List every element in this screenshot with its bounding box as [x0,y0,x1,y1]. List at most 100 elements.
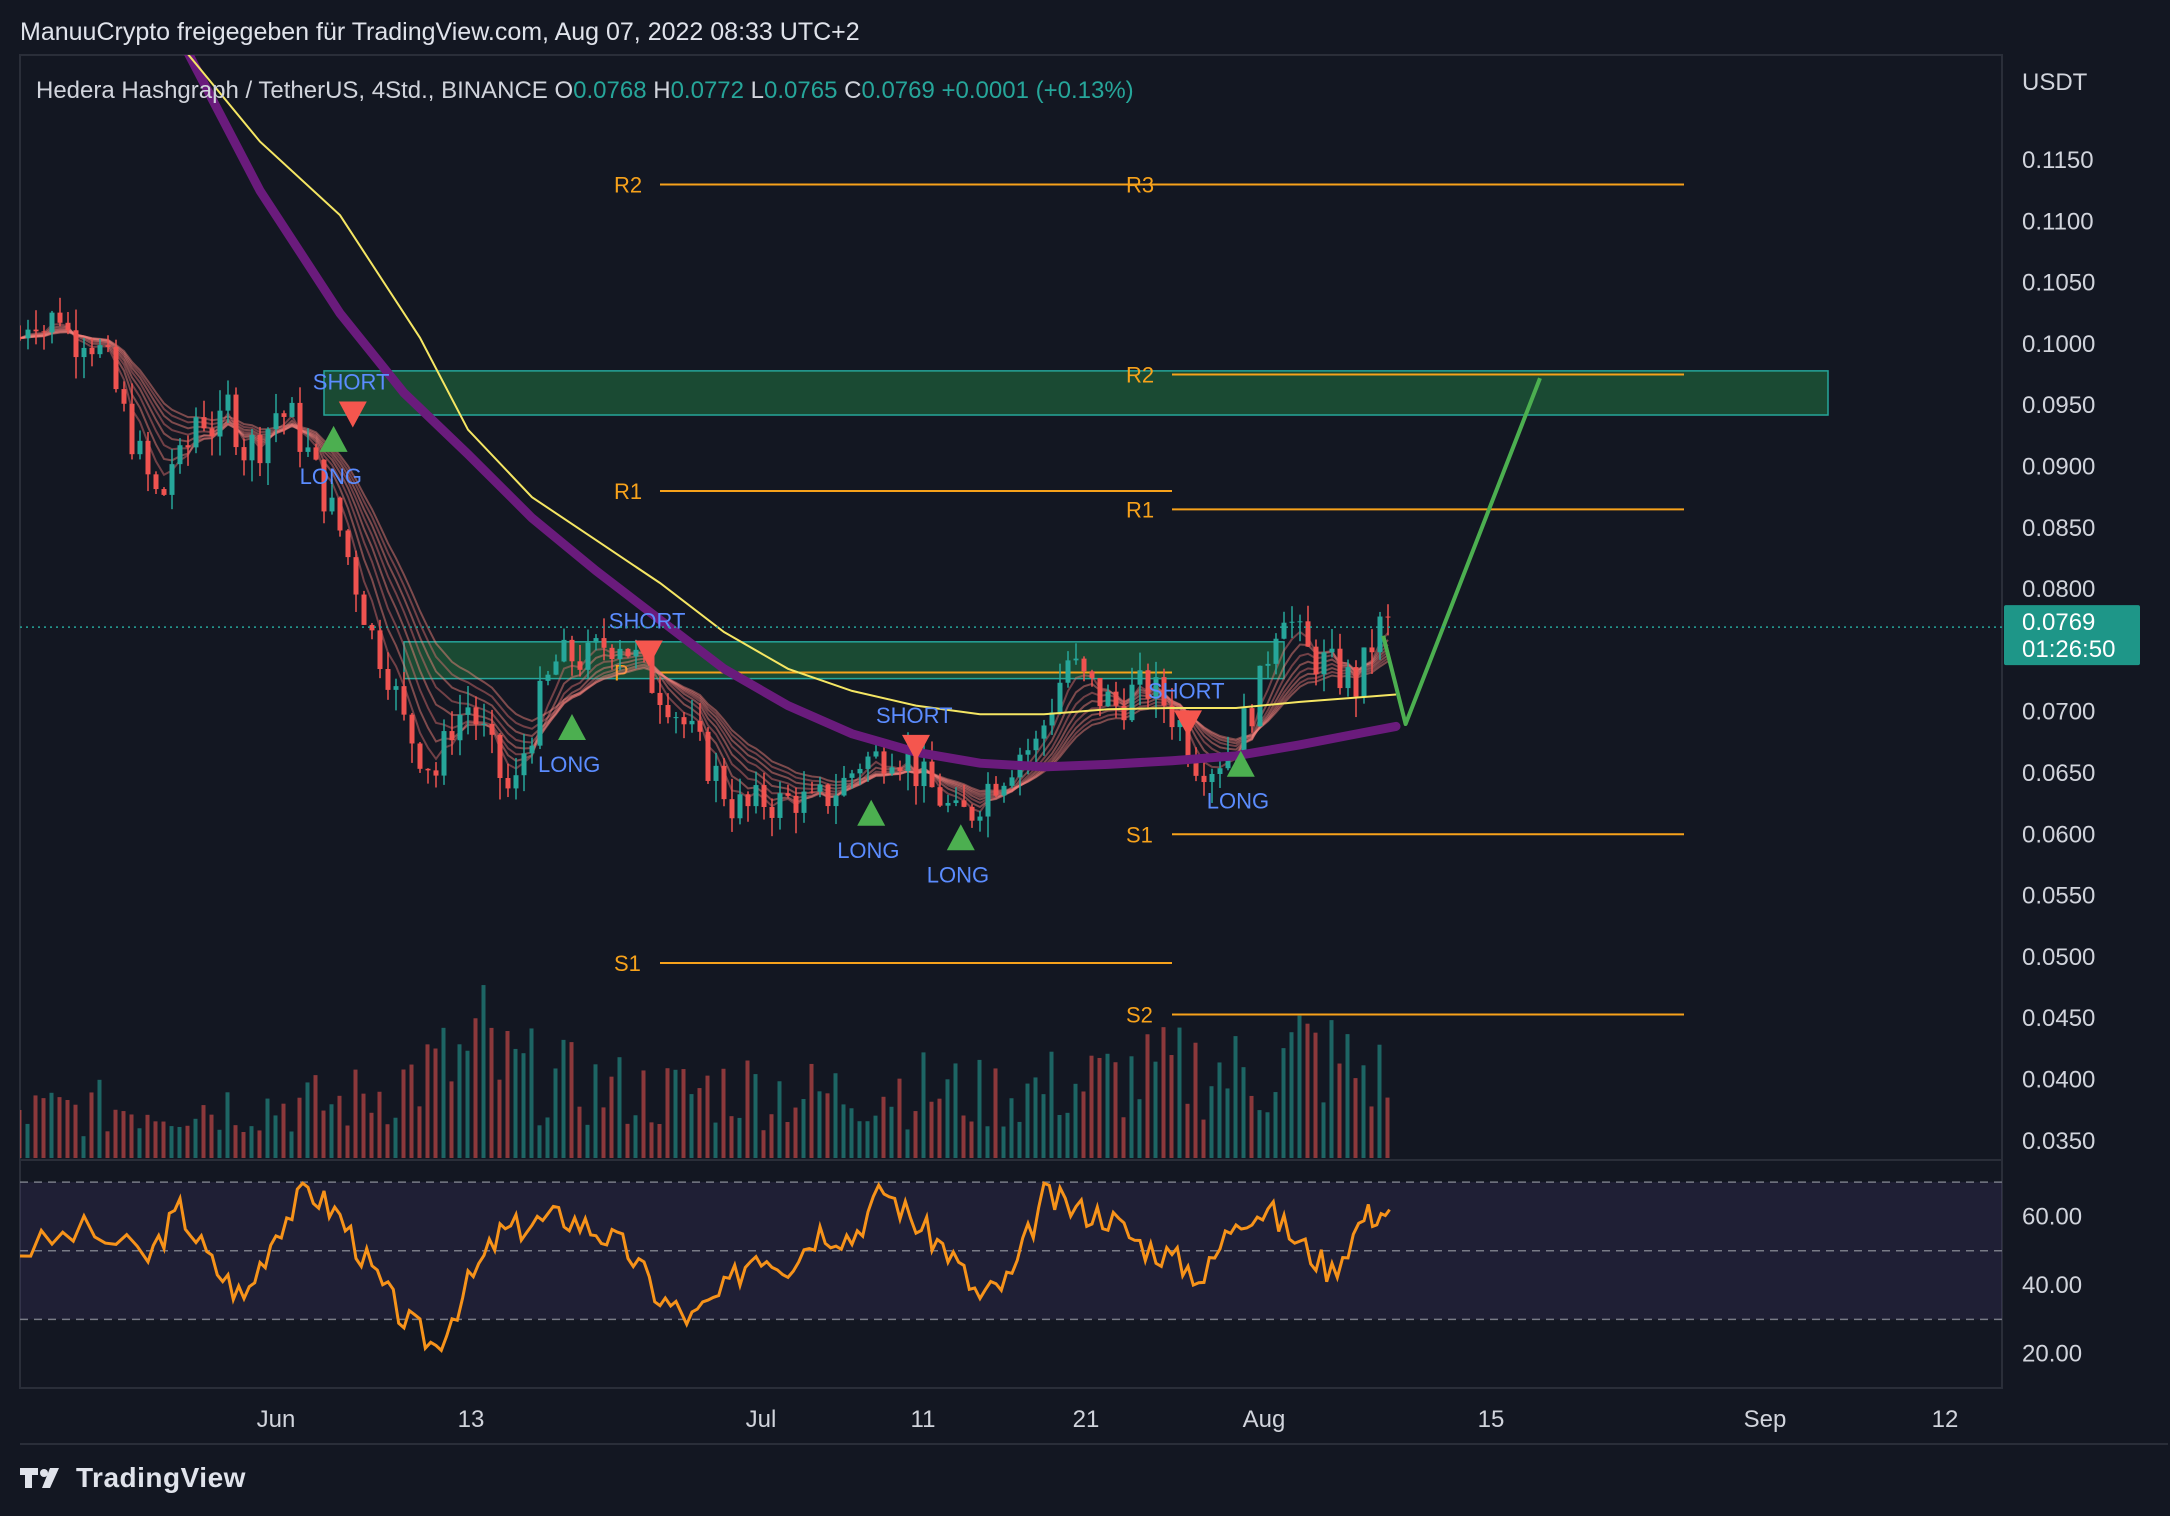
candle-body [809,791,815,793]
candle-body [177,445,183,465]
volume-bar [1233,1036,1238,1158]
candle-body [881,751,887,774]
price-chart[interactable]: R2R1PS1R3R2R1S1S2SHORTLONGLONGSHORTSHORT… [0,0,2170,1516]
volume-bar [393,1117,398,1158]
candle-body [1249,708,1255,727]
candle-body [20,337,23,339]
candle-body [1313,646,1319,675]
candle-body [593,638,599,643]
candle-body [1273,638,1279,664]
candle-body [705,731,711,781]
volume-bar [489,1027,494,1158]
volume-bar [201,1105,206,1158]
time-axis-label: Sep [1744,1406,1787,1433]
volume-bar [105,1131,110,1158]
candle-body [921,761,927,787]
price-axis-label: 0.0400 [2022,1067,2095,1094]
candle-body [937,787,943,806]
candle-body [73,330,79,358]
volume-bar [1361,1065,1366,1158]
price-axis-label: 0.1150 [2022,147,2094,174]
volume-bar [913,1111,918,1158]
volume-bar [729,1116,734,1158]
candle-body [361,594,367,625]
long-signal-label: LONG [300,464,362,489]
candle-body [305,447,311,452]
volume-bar [889,1106,894,1158]
time-axis-label: Jul [746,1406,777,1433]
volume-bar [505,1030,510,1158]
price-axis-label: 0.0850 [2022,515,2095,542]
candle-body [801,791,807,813]
volume-bar [625,1123,630,1158]
candle-body [193,417,199,448]
price-axis-label: 0.0450 [2022,1005,2095,1032]
volume-bar [553,1068,558,1158]
volume-bar [601,1107,606,1158]
candle-body [681,717,687,725]
volume-bar [193,1118,198,1158]
candle-body [561,639,567,662]
volume-bar [825,1093,830,1158]
candle-body [985,783,991,817]
candle-body [425,768,431,771]
volume-bar [721,1068,726,1158]
volume-bar [185,1125,190,1158]
candle-body [1217,768,1223,775]
candle-body [577,661,583,670]
candle-body [289,402,295,417]
volume-bar [1209,1086,1214,1158]
candle-body [585,642,591,670]
time-axis-label: 15 [1478,1406,1505,1433]
current-price-value: 0.0769 [2022,609,2095,636]
volume-bar [297,1097,302,1158]
volume-bar [777,1081,782,1158]
candle-body [673,717,679,719]
candle-body [313,447,319,460]
volume-bar [617,1057,622,1158]
volume-bar [329,1104,334,1158]
candle-body [433,770,439,776]
candle-body [377,630,383,670]
volume-bar [833,1073,838,1158]
volume-bar [801,1099,806,1158]
candle-body [121,389,127,404]
legend-segment: 0.0769 [861,77,941,104]
candle-body [417,743,423,769]
volume-bar [1025,1083,1030,1158]
candle-body [1345,667,1351,689]
volume-bar [257,1130,262,1158]
price-axis-label: 0.1000 [2022,331,2095,358]
volume-bar [241,1131,246,1158]
volume-bar [1369,1106,1374,1158]
candle-body [281,413,287,417]
tradingview-brand: TradingView [76,1462,246,1493]
volume-bar [1161,1027,1166,1158]
candle-body [729,799,735,819]
volume-bar [993,1068,998,1158]
candle-body [1241,708,1247,754]
long-signal-label: LONG [1207,789,1269,814]
volume-bar [1057,1114,1062,1158]
candle-body [1057,682,1063,713]
legend-segment: H [653,77,670,104]
footer: TradingView [20,1462,246,1494]
volume-bar [1377,1044,1382,1158]
volume-bar [657,1123,662,1158]
volume-bar [337,1095,342,1158]
volume-bar [857,1121,862,1158]
volume-bar [1153,1061,1158,1158]
candle-body [1321,652,1327,675]
candle-body [1033,738,1039,751]
legend-segment: 0.0765 [764,77,844,104]
volume-bar [321,1110,326,1158]
candle-body [1041,725,1047,739]
volume-bar [225,1092,230,1158]
candle-body [793,795,799,813]
candle-body [497,734,503,779]
price-axis-currency: USDT [2022,69,2088,96]
volume-bar [953,1063,958,1158]
volume-bar [905,1129,910,1158]
volume-bar [113,1109,118,1158]
long-signal-label: LONG [837,838,899,863]
